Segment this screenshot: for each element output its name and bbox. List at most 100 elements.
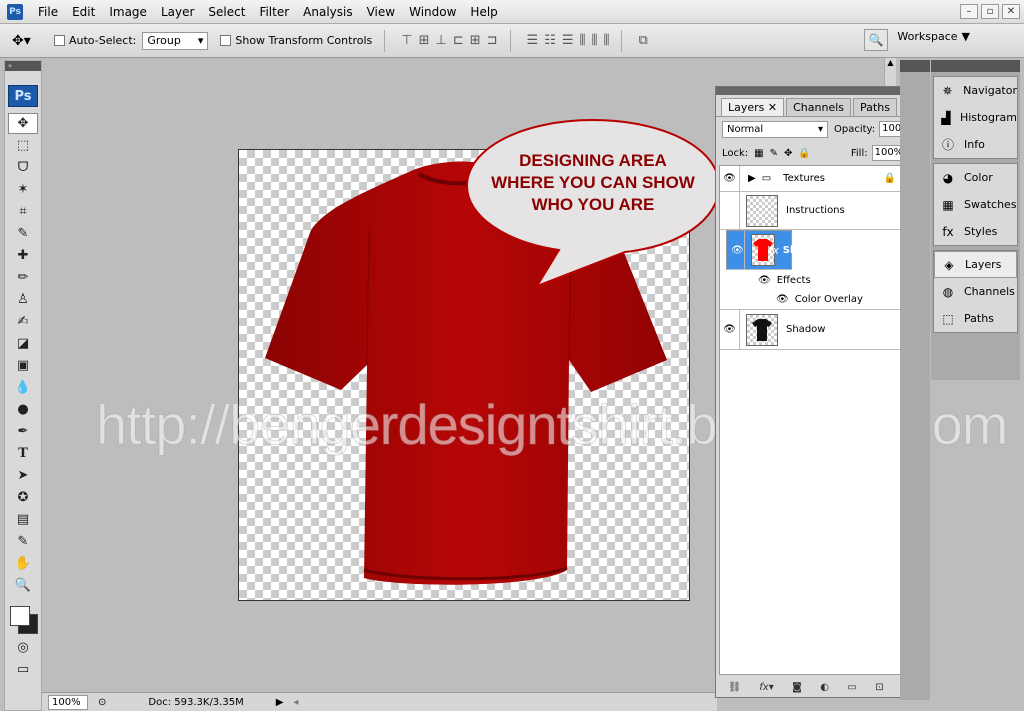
dock-header[interactable] [900,60,930,72]
eyedropper-tool-icon[interactable]: ✎ [8,223,38,244]
color-overlay-row[interactable]: 👁 Color Overlay [720,290,910,310]
blend-mode-dropdown[interactable]: Normal ▾ [722,120,828,138]
layer-row-shirt[interactable]: 👁 Shirt fx [726,230,810,270]
eye-icon[interactable]: 👁 [720,310,740,349]
dock-item-layers[interactable]: ◈ Layers [934,251,1017,278]
gradient-tool-icon[interactable]: ▣ [8,355,38,376]
align-left-icon[interactable]: ⊏ [453,33,464,48]
panel-header[interactable] [716,87,927,95]
menu-file[interactable]: File [31,0,65,24]
layer-mask-icon[interactable]: ◙ [792,682,802,693]
new-group-icon[interactable]: ▭ [847,682,856,693]
status-icon[interactable]: ⊙ [98,697,106,708]
dock-header[interactable] [931,60,1020,72]
eye-icon[interactable]: 👁 [758,275,771,286]
menu-analysis[interactable]: Analysis [296,0,359,24]
move-tool-icon[interactable]: ✥▾ [12,33,42,49]
layer-row-textures[interactable]: 👁 ▶ ▭ Textures 🔒 [720,166,910,192]
healing-brush-tool-icon[interactable]: ✚ [8,245,38,266]
blur-tool-icon[interactable]: 💧 [8,377,38,398]
path-selection-tool-icon[interactable]: ➤ [8,465,38,486]
pen-tool-icon[interactable]: ✒ [8,421,38,442]
scroll-left-icon[interactable]: ◂ [293,697,298,708]
auto-select-checkbox[interactable]: Auto-Select: [54,34,136,47]
close-button[interactable]: ✕ [1002,4,1020,19]
adjustment-layer-icon[interactable]: ◐ [820,682,829,693]
clone-stamp-tool-icon[interactable]: ♙ [8,289,38,310]
color-swatches[interactable] [8,602,38,636]
eye-icon[interactable]: 👁 [776,294,789,305]
marquee-tool-icon[interactable]: ⬚ [8,135,38,156]
notes-tool-icon[interactable]: ▤ [8,509,38,530]
lock-image-icon[interactable]: ✎ [770,148,778,159]
eye-icon[interactable]: 👁 [720,166,740,191]
new-layer-icon[interactable]: ⊡ [875,682,883,693]
quick-mask-icon[interactable]: ◎ [8,637,38,658]
menu-image[interactable]: Image [102,0,154,24]
restore-button[interactable]: ▫ [981,4,999,19]
align-bottom-icon[interactable]: ⊥ [435,33,446,48]
tab-channels[interactable]: Channels [786,98,852,116]
lasso-tool-icon[interactable]: ᗜ [8,157,38,178]
distribute-hcenter-icon[interactable]: ⫼ [591,33,597,48]
status-menu-arrow-icon[interactable]: ▶ [276,697,284,708]
type-tool-icon[interactable]: T [8,443,38,464]
dock-item-navigator[interactable]: ✵ Navigator [934,77,1017,104]
dock-item-swatches[interactable]: ▦ Swatches [934,191,1017,218]
dock-item-styles[interactable]: fx Styles [934,218,1017,245]
magic-wand-tool-icon[interactable]: ✶ [8,179,38,200]
menu-view[interactable]: View [360,0,402,24]
workspace-button[interactable]: Workspace ▼ [897,30,970,43]
distribute-top-icon[interactable]: ☰ [527,33,539,48]
zoom-tool-icon[interactable]: 🔍 [8,575,38,596]
eye-icon[interactable]: 👁 [731,231,745,269]
toolbox-header[interactable]: » [5,61,41,71]
effects-row[interactable]: 👁 Effects [720,270,910,290]
tab-paths[interactable]: Paths [853,98,897,116]
brush-tool-icon[interactable]: ✏ [8,267,38,288]
distribute-left-icon[interactable]: ⫼ [580,33,586,48]
crop-tool-icon[interactable]: ⌗ [8,201,38,222]
link-layers-icon[interactable]: ⛓ [728,682,741,693]
foreground-color[interactable] [10,606,30,626]
menu-edit[interactable]: Edit [65,0,102,24]
history-brush-tool-icon[interactable]: ✍ [8,311,38,332]
document-scrollbar[interactable]: ▲ [884,58,896,88]
minimize-button[interactable]: – [960,4,978,19]
eraser-tool-icon[interactable]: ◪ [8,333,38,354]
dock-item-paths[interactable]: ⬚ Paths [934,305,1017,332]
color-sampler-tool-icon[interactable]: ✎ [8,531,38,552]
menu-help[interactable]: Help [463,0,504,24]
layer-row-instructions[interactable]: Instructions [720,192,910,230]
align-right-icon[interactable]: ⊐ [487,33,498,48]
menu-select[interactable]: Select [201,0,252,24]
zoom-field[interactable]: 100% [48,694,88,710]
menu-filter[interactable]: Filter [252,0,296,24]
menu-window[interactable]: Window [402,0,463,24]
shape-tool-icon[interactable]: ✪ [8,487,38,508]
move-tool-icon[interactable]: ✥ [8,113,38,134]
auto-select-dropdown[interactable]: Group ▾ [142,31,209,50]
align-vcenter-icon[interactable]: ⊞ [419,33,430,48]
distribute-right-icon[interactable]: ⫼ [603,33,609,48]
lock-transparent-icon[interactable]: ▦ [754,148,763,159]
dock-item-histogram[interactable]: ▟ Histogram [934,104,1017,131]
dock-item-info[interactable]: ⓘ Info [934,131,1017,158]
layer-row-shadow[interactable]: 👁 Shadow [720,310,910,350]
distribute-vcenter-icon[interactable]: ☷ [544,33,556,48]
menu-layer[interactable]: Layer [154,0,201,24]
hand-tool-icon[interactable]: ✋ [8,553,38,574]
lock-all-icon[interactable]: 🔒 [798,148,810,159]
fx-icon[interactable]: fx [769,244,779,257]
distribute-bottom-icon[interactable]: ☰ [562,33,574,48]
layer-style-icon[interactable]: fx▾ [759,682,773,693]
expand-triangle-icon[interactable]: ▶ [748,173,756,184]
dodge-tool-icon[interactable]: ● [8,399,38,420]
screen-mode-icon[interactable]: ▭ [8,659,38,680]
eye-hidden-icon[interactable] [720,192,740,229]
align-hcenter-icon[interactable]: ⊞ [470,33,481,48]
show-transform-checkbox[interactable]: Show Transform Controls [220,34,372,47]
dock-item-channels[interactable]: ◍ Channels [934,278,1017,305]
lock-position-icon[interactable]: ✥ [784,148,792,159]
align-top-icon[interactable]: ⊤ [401,33,412,48]
